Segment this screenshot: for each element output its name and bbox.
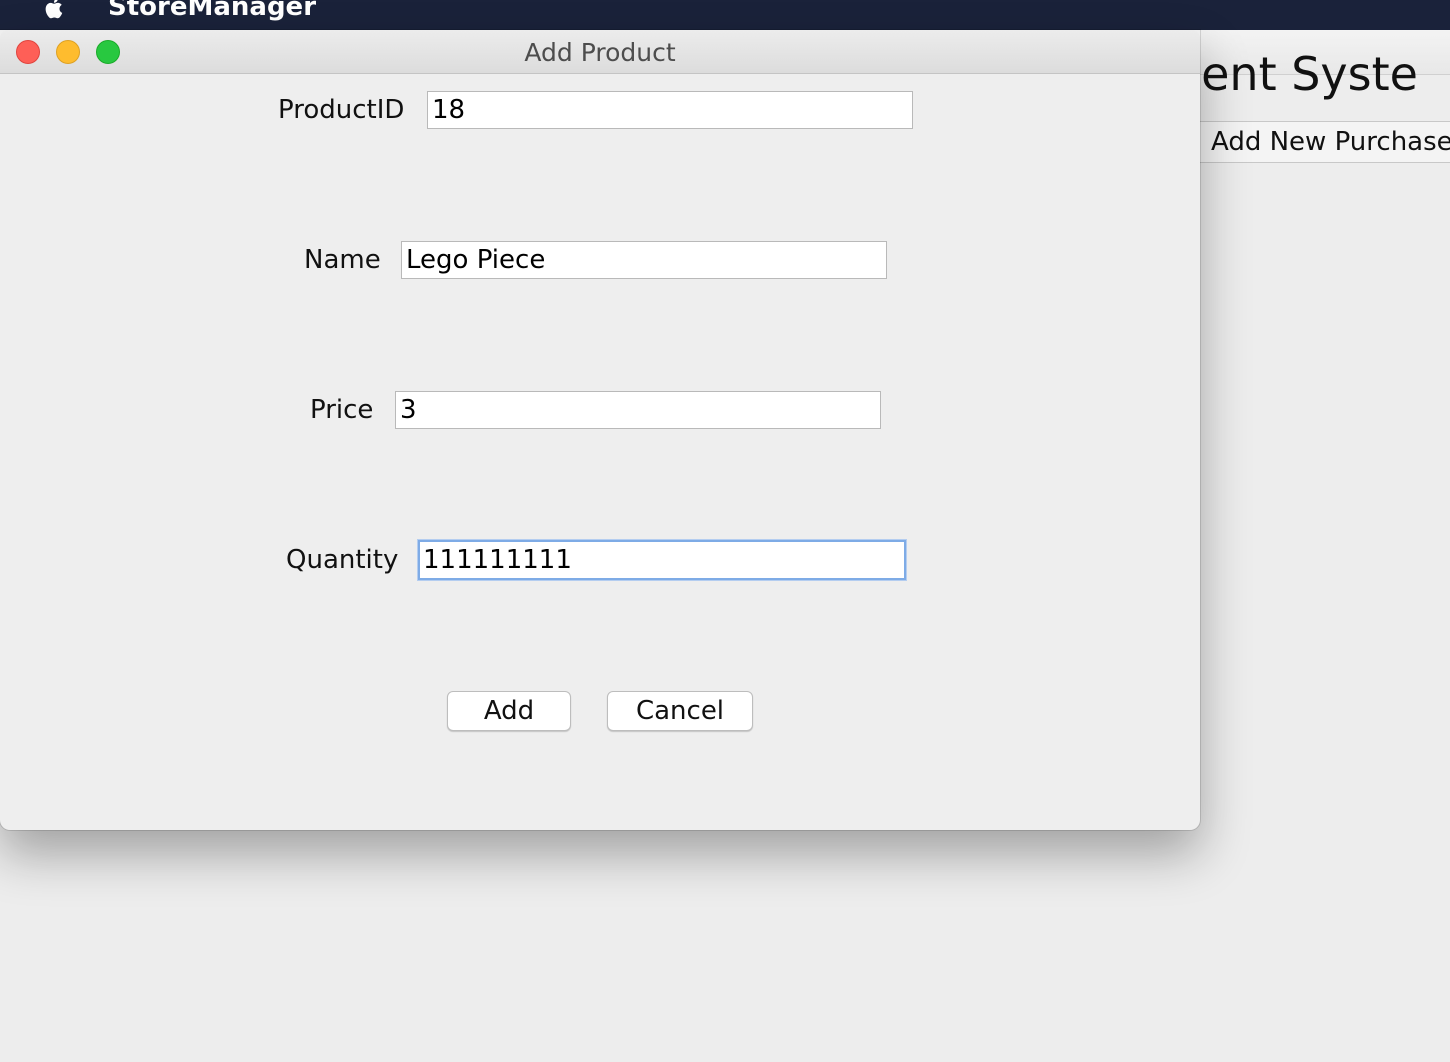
apple-icon[interactable] (40, 0, 68, 22)
name-label: Name (304, 245, 381, 275)
dialog-title: Add Product (524, 38, 676, 67)
dialog-titlebar: Add Product (0, 30, 1200, 74)
cancel-button[interactable]: Cancel (607, 691, 753, 731)
close-window-button[interactable] (16, 40, 40, 64)
productid-field[interactable] (427, 91, 913, 129)
price-label: Price (310, 395, 374, 425)
price-field[interactable] (395, 391, 881, 429)
quantity-label: Quantity (286, 545, 399, 575)
quantity-field[interactable] (418, 540, 906, 580)
add-new-purchase-button[interactable]: Add New Purchase (1198, 121, 1450, 163)
add-button[interactable]: Add (447, 691, 571, 731)
zoom-window-button[interactable] (96, 40, 120, 64)
menu-bar: StoreManager (0, 0, 1450, 30)
minimize-window-button[interactable] (56, 40, 80, 64)
app-name-menu[interactable]: StoreManager (108, 0, 316, 24)
productid-label: ProductID (278, 95, 405, 125)
name-field[interactable] (401, 241, 887, 279)
add-product-dialog: Add Product ProductID Name Price Quantit… (0, 30, 1200, 830)
